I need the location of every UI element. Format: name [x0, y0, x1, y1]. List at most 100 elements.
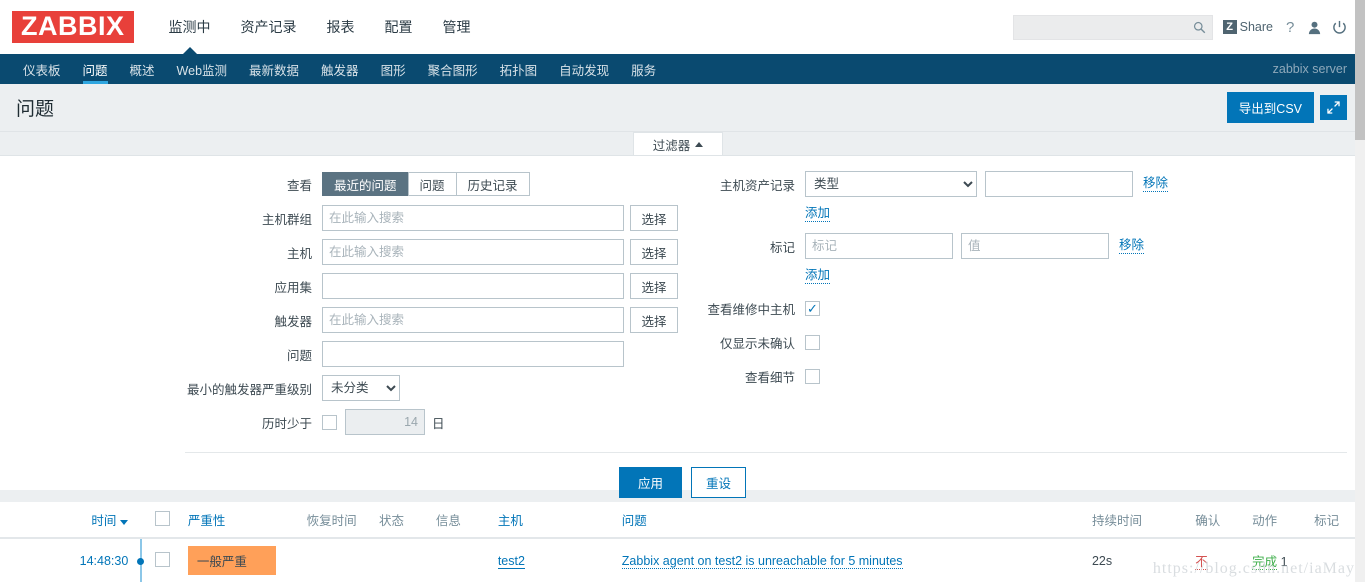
- column-header-time[interactable]: 时间: [0, 502, 135, 539]
- host-group-input[interactable]: [322, 205, 624, 231]
- column-header-info: 信息: [429, 502, 492, 539]
- export-csv-button[interactable]: 导出到CSV: [1226, 92, 1314, 123]
- subnav-item-screens[interactable]: 聚合图形: [417, 54, 489, 84]
- view-option-problems[interactable]: 问题: [407, 172, 457, 196]
- scrollbar-thumb[interactable]: [1355, 0, 1365, 140]
- host-inventory-remove-link[interactable]: 移除: [1143, 176, 1169, 192]
- subnav-item-latest-data[interactable]: 最新数据: [238, 54, 310, 84]
- host-group-select-button[interactable]: 选择: [630, 205, 678, 231]
- global-search[interactable]: [1012, 14, 1213, 40]
- subnav-item-graphs[interactable]: 图形: [370, 54, 417, 84]
- filter-row-host: 主机 选择: [0, 238, 700, 266]
- show-maintenance-checkbox[interactable]: ✓: [805, 300, 820, 316]
- subnav-item-maps[interactable]: 拓扑图: [489, 54, 549, 84]
- table-row[interactable]: 14:48:30 一般严重 test2 Zabbix agent on test…: [0, 538, 1365, 582]
- mainnav-item-inventory[interactable]: 资产记录: [226, 0, 312, 54]
- action-done-link[interactable]: 完成: [1252, 555, 1278, 570]
- cell-time[interactable]: 14:48:30: [0, 538, 135, 582]
- subnav-item-dashboard[interactable]: 仪表板: [12, 54, 72, 84]
- filter-panel: 查看 最近的问题 问题 历史记录 主机群组 选择 主机 选择: [0, 155, 1365, 498]
- view-option-recent-problems[interactable]: 最近的问题: [322, 172, 409, 196]
- label-tags: 标记: [769, 240, 795, 255]
- column-header-host[interactable]: 主机: [491, 502, 616, 539]
- subnav-item-web[interactable]: Web监测: [166, 54, 238, 84]
- subnav-item-problems[interactable]: 问题: [72, 54, 119, 84]
- search-input[interactable]: [1021, 15, 1193, 39]
- column-header-severity[interactable]: 严重性: [181, 502, 301, 539]
- mainnav-item-configuration[interactable]: 配置: [370, 0, 428, 54]
- filter-row-view: 查看 最近的问题 问题 历史记录: [0, 170, 700, 198]
- host-inventory-type-select[interactable]: 类型: [805, 171, 977, 197]
- action-count: 1: [1280, 555, 1288, 569]
- min-severity-select[interactable]: 未分类: [322, 375, 400, 401]
- tag-add-link[interactable]: 添加: [805, 268, 831, 284]
- ack-link[interactable]: 不: [1195, 555, 1208, 570]
- help-icon[interactable]: ?: [1283, 19, 1297, 35]
- share-button[interactable]: Z Share: [1222, 20, 1273, 34]
- age-checkbox[interactable]: [322, 414, 337, 430]
- filter-row-host-inventory-add: 添加: [700, 204, 1365, 224]
- show-details-checkbox[interactable]: [805, 368, 820, 384]
- reset-button[interactable]: 重设: [691, 467, 747, 498]
- host-inventory-add-link[interactable]: 添加: [805, 206, 831, 222]
- trigger-input[interactable]: [322, 307, 624, 333]
- header-actions: Z Share ?: [1012, 14, 1365, 40]
- cell-row-checkbox: [148, 538, 182, 582]
- subnav-item-overview[interactable]: 概述: [119, 54, 166, 84]
- trigger-select-button[interactable]: 选择: [630, 307, 678, 333]
- filter-tab-label: 过滤器: [652, 139, 691, 153]
- column-header-ack: 确认: [1189, 502, 1247, 539]
- expand-arrows-icon[interactable]: [1320, 95, 1347, 120]
- application-select-button[interactable]: 选择: [630, 273, 678, 299]
- column-header-status: 状态: [373, 502, 430, 539]
- main-navigation: 监测中 资产记录 报表 配置 管理: [154, 0, 486, 55]
- problem-link[interactable]: Zabbix agent on test2 is unreachable for…: [621, 553, 903, 569]
- mainnav-item-monitoring[interactable]: 监测中: [154, 0, 226, 55]
- apply-button[interactable]: 应用: [618, 467, 682, 498]
- tag-value-input[interactable]: [961, 233, 1109, 259]
- checkmark-icon: ✓: [807, 300, 818, 316]
- view-option-history[interactable]: 历史记录: [455, 172, 530, 196]
- subnav-item-triggers[interactable]: 触发器: [310, 54, 370, 84]
- cell-duration: 22s: [1085, 538, 1190, 582]
- select-all-checkbox[interactable]: [154, 510, 170, 526]
- host-select-button[interactable]: 选择: [630, 239, 678, 265]
- host-input[interactable]: [322, 239, 624, 265]
- label-age-less-than: 历时少于: [261, 416, 312, 431]
- filter-row-problem: 问题: [0, 340, 700, 368]
- application-input[interactable]: [322, 273, 624, 299]
- column-header-select-all: [148, 502, 182, 539]
- mainnav-item-administration[interactable]: 管理: [428, 0, 486, 54]
- row-select-checkbox[interactable]: [154, 551, 170, 567]
- results-table-container: 时间 严重性 恢复时间 状态 信息 主机 问题 持续时间 确认 动作 标记 14…: [0, 490, 1365, 582]
- svg-text:?: ?: [1286, 19, 1294, 35]
- column-header-timeline: [134, 502, 149, 539]
- user-icon[interactable]: [1307, 20, 1322, 35]
- subnav-item-discovery[interactable]: 自动发现: [548, 54, 620, 84]
- label-host-inventory: 主机资产记录: [719, 178, 795, 193]
- tag-name-input[interactable]: [805, 233, 953, 259]
- cell-recovery-time: [300, 538, 373, 582]
- label-min-severity: 最小的触发器严重级别: [186, 382, 312, 397]
- subnav-item-services[interactable]: 服务: [620, 54, 667, 84]
- age-unit-label: 日: [432, 416, 445, 431]
- age-value-input[interactable]: [345, 409, 425, 435]
- page-scrollbar[interactable]: [1355, 0, 1365, 582]
- host-inventory-value-input[interactable]: [985, 171, 1133, 197]
- severity-badge: 一般严重: [187, 546, 276, 575]
- column-header-problem[interactable]: 问题: [615, 502, 1086, 539]
- show-unacknowledged-checkbox[interactable]: [805, 334, 820, 350]
- page-title-bar: 问题 导出到CSV: [0, 84, 1365, 132]
- problem-input[interactable]: [322, 341, 624, 367]
- tag-remove-link[interactable]: 移除: [1119, 238, 1145, 254]
- mainnav-item-reports[interactable]: 报表: [312, 0, 370, 54]
- filter-tab[interactable]: 过滤器: [633, 132, 723, 156]
- filter-tab-row: 过滤器: [0, 132, 1365, 156]
- search-icon: [1193, 21, 1205, 33]
- column-header-duration: 持续时间: [1085, 502, 1190, 539]
- filter-row-trigger: 触发器 选择: [0, 306, 700, 334]
- host-link[interactable]: test2: [497, 553, 525, 569]
- zabbix-logo[interactable]: ZABBIX: [12, 10, 134, 44]
- power-icon[interactable]: [1332, 20, 1347, 35]
- cell-host: test2: [491, 538, 616, 582]
